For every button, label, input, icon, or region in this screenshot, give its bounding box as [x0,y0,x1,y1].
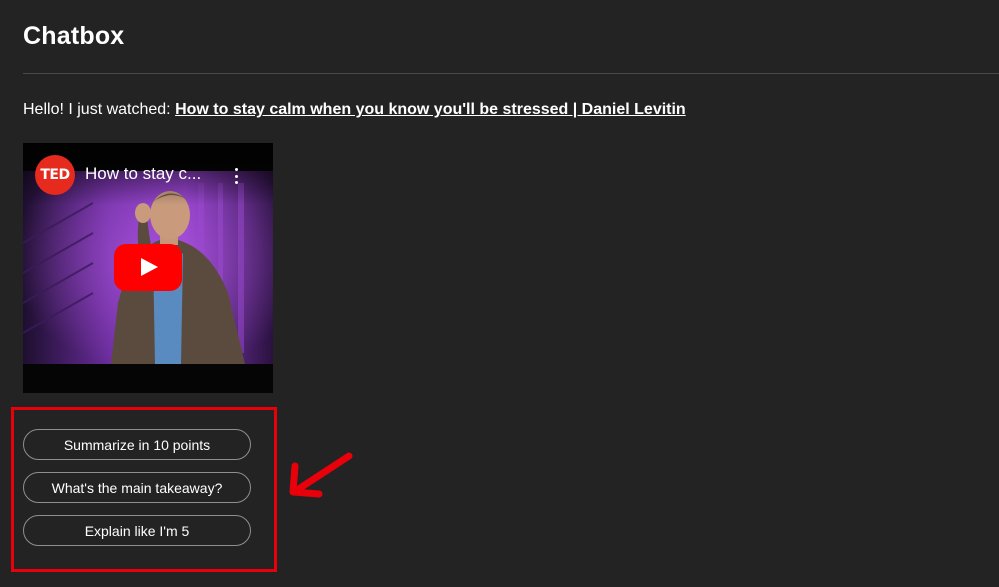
video-title[interactable]: How to stay c... [85,164,201,184]
play-icon [141,258,158,276]
chat-message: Hello! I just watched: How to stay calm … [23,101,686,119]
ted-channel-logo[interactable]: TED [35,155,75,195]
suggestion-summarize-button[interactable]: Summarize in 10 points [23,429,251,460]
arrow-icon [289,452,353,498]
more-vert-icon[interactable] [228,165,244,187]
suggestion-explain-like-5-button[interactable]: Explain like I'm 5 [23,515,251,546]
message-prefix: Hello! I just watched: [23,101,176,118]
video-embed[interactable]: TED How to stay c... [23,143,273,393]
header-divider [23,73,999,74]
suggestion-main-takeaway-button[interactable]: What's the main takeaway? [23,472,251,503]
page-title: Chatbox [23,22,125,50]
video-link[interactable]: How to stay calm when you know you'll be… [175,101,686,118]
play-button[interactable] [114,244,182,291]
